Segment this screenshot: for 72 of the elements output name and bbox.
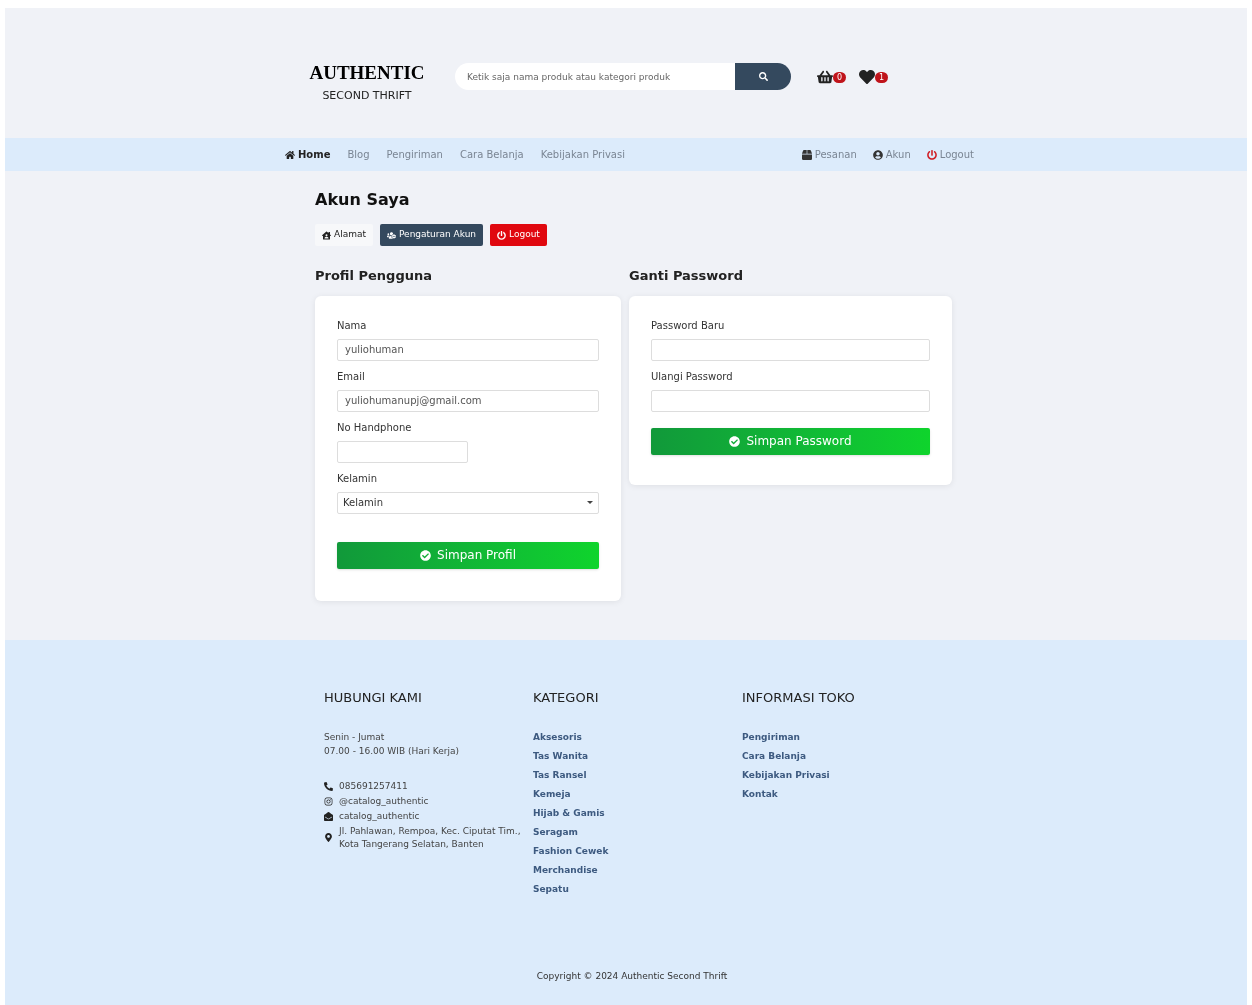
user-icon — [872, 149, 883, 160]
section-title: Ganti Password — [629, 267, 744, 285]
field-label: No Handphone — [337, 420, 413, 435]
field-label: Nama — [337, 318, 368, 333]
nav-link[interactable]: Kebijakan Privasi — [540, 147, 625, 162]
power-icon — [926, 149, 937, 160]
input-field[interactable] — [337, 440, 468, 463]
nav-link[interactable]: Cara Belanja — [459, 147, 524, 162]
info-link[interactable]: Cara Belanja — [742, 748, 855, 764]
hours-text: 07.00 - 16.00 WIB (Hari Kerja) — [324, 744, 461, 758]
count-badge: 0 — [833, 72, 846, 83]
home-icon — [285, 149, 295, 160]
input-field[interactable]: yuliohumanupj@gmail.com — [337, 389, 599, 412]
logo-title: AUTHENTIC — [309, 63, 425, 82]
phone-icon — [324, 781, 333, 791]
category-link[interactable]: Seragam — [533, 824, 742, 840]
contact-text: @catalog_authentic — [339, 794, 429, 808]
category-link[interactable]: Fashion Cewek — [533, 843, 742, 859]
box-icon — [801, 149, 812, 160]
info-link[interactable]: Kontak — [742, 786, 855, 802]
power-icon — [497, 230, 507, 240]
map-pin-icon — [324, 833, 333, 842]
envelope-icon — [324, 811, 333, 821]
footer-heading: HUBUNGI KAMI — [324, 689, 423, 707]
nav-link[interactable]: Blog — [347, 147, 370, 162]
contact-text: Jl. Pahlawan, Rempoa, Kec. Ciputat Tim., Kota Tangerang Selatan, Banten — [339, 824, 522, 851]
category-link[interactable]: Aksesoris — [533, 729, 742, 745]
contact-text: 085691257411 — [339, 779, 408, 793]
house-icon — [322, 230, 331, 240]
footer-heading: KATEGORI — [533, 689, 600, 707]
users-gear-icon — [387, 230, 396, 240]
field-label: Ulangi Password — [651, 369, 734, 384]
nav-link[interactable]: Pesanan — [801, 147, 857, 162]
info-link[interactable]: Pengiriman — [742, 729, 855, 745]
copyright-text: Copyright © 2024 Authentic Second Thrift — [536, 970, 728, 983]
hours-text: Senin - Jumat — [324, 730, 386, 744]
category-link[interactable]: Tas Ransel — [533, 767, 742, 783]
input-field[interactable]: yuliohuman — [337, 338, 599, 361]
header-icon-button[interactable]: 1 — [859, 67, 891, 85]
count-badge: 1 — [875, 72, 888, 83]
section-title: Profil Pengguna — [315, 267, 433, 285]
category-link[interactable]: Kemeja — [533, 786, 742, 802]
category-link[interactable]: Tas Wanita — [533, 748, 742, 764]
info-link[interactable]: Kebijakan Privasi — [742, 767, 855, 783]
account-tab[interactable]: Pengaturan Akun — [380, 224, 484, 246]
field-label: Kelamin — [337, 471, 378, 486]
footer-heading: INFORMASI TOKO — [742, 689, 855, 707]
search-icon — [758, 72, 768, 81]
instagram-icon — [324, 796, 333, 806]
nav-link[interactable]: Home — [285, 147, 331, 162]
caret-icon — [587, 501, 593, 504]
nav-link[interactable]: Pengiriman — [386, 147, 443, 162]
field-label: Password Baru — [651, 318, 726, 333]
gender-select[interactable]: Kelamin — [337, 491, 599, 514]
category-link[interactable]: Sepatu — [533, 881, 742, 897]
heart-icon — [859, 69, 875, 85]
nav-link[interactable]: Logout — [926, 147, 974, 162]
basket-icon — [817, 69, 833, 85]
input-field[interactable] — [651, 338, 930, 361]
logout-button[interactable]: Logout — [490, 224, 547, 246]
field-label: Email — [337, 369, 366, 384]
search-field[interactable]: Ketik saja nama produk atau kategori produk — [455, 63, 735, 90]
page-title: Akun Saya — [315, 189, 411, 211]
category-link[interactable]: Merchandise — [533, 862, 742, 878]
input-field[interactable] — [651, 389, 930, 412]
search-button[interactable] — [735, 63, 791, 90]
logo-subtitle: SECOND THRIFT — [322, 88, 412, 104]
header-icon-button[interactable]: 0 — [817, 67, 849, 85]
contact-text: catalog_authentic — [339, 809, 420, 823]
account-tab[interactable]: Alamat — [315, 224, 373, 246]
category-link[interactable]: Hijab & Gamis — [533, 805, 742, 821]
nav-link[interactable]: Akun — [872, 147, 911, 162]
